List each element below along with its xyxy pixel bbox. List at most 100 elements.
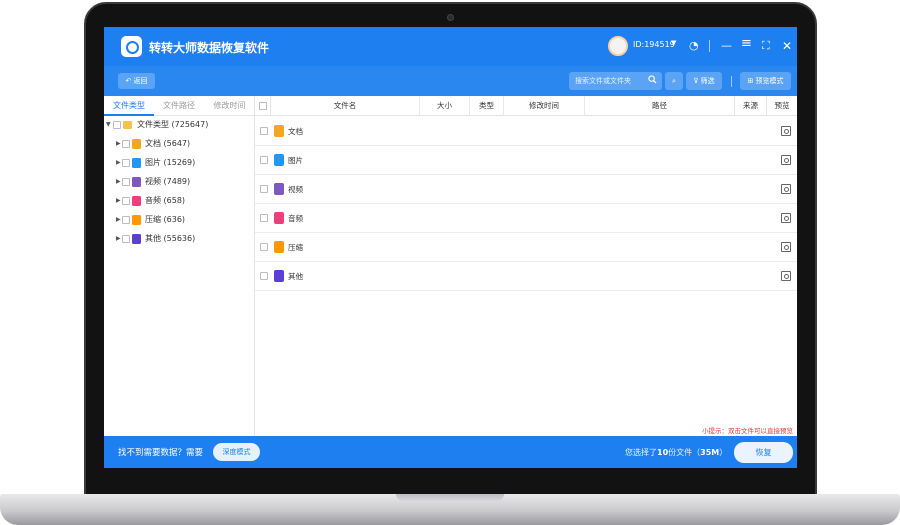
selection-size: 35M (700, 448, 720, 457)
app-logo-icon (121, 36, 142, 57)
column-type[interactable]: 类型 (470, 96, 504, 116)
tab-modified-time[interactable]: 修改时间 (204, 96, 255, 116)
table-row[interactable]: 压缩 (255, 233, 797, 262)
other-icon (274, 270, 284, 282)
column-preview[interactable]: 预览 (767, 96, 797, 116)
deep-mode-button[interactable]: 深度模式 (213, 443, 260, 461)
tree-item-label: 图片 (15269) (145, 158, 196, 167)
table-row[interactable]: 其他 (255, 262, 797, 291)
expand-icon[interactable]: ▶ (116, 212, 121, 228)
column-path[interactable]: 路径 (585, 96, 735, 116)
expand-icon[interactable]: ▶ (116, 193, 121, 209)
search-icon[interactable] (648, 75, 657, 84)
expand-icon[interactable]: ▶ (116, 136, 121, 152)
selection-suffix: ） (719, 448, 728, 457)
expand-icon[interactable]: ▶ (116, 155, 121, 171)
webcam (447, 14, 454, 21)
laptop-frame: 转转大师数据恢复软件 ID:194519 ▼ ◔ — ≡ ⛶ ✕ ↶ 返回 搜索… (0, 0, 900, 525)
user-avatar[interactable] (608, 36, 628, 56)
image-icon (132, 158, 141, 168)
minimize-icon[interactable]: — (721, 38, 732, 54)
preview-icon[interactable] (781, 184, 791, 194)
document-icon (274, 125, 284, 137)
toolbar-divider (731, 76, 732, 87)
preview-icon[interactable] (781, 271, 791, 281)
preview-icon[interactable] (781, 155, 791, 165)
row-name: 视频 (288, 185, 303, 194)
advanced-search-button[interactable]: ⌕ (665, 72, 683, 90)
select-all-cell (255, 96, 271, 116)
toolbar: ↶ 返回 搜索文件或文件夹 ⌕ ⊽ 筛选 ⊞ 预览模式 (104, 66, 797, 96)
select-all-checkbox[interactable] (259, 102, 267, 110)
headset-icon[interactable]: ◔ (689, 38, 699, 54)
tree-item-audio[interactable]: ▶ 音频 (658) (104, 193, 255, 209)
table-row[interactable]: 文档 (255, 117, 797, 146)
row-checkbox[interactable] (260, 214, 268, 222)
video-icon (132, 177, 141, 187)
tree-item-checkbox[interactable] (122, 235, 130, 243)
tab-file-type[interactable]: 文件类型 (104, 96, 154, 116)
tree-item-checkbox[interactable] (122, 159, 130, 167)
back-button-label: 返回 (133, 77, 148, 85)
menu-icon[interactable]: ≡ (741, 36, 752, 52)
tree-item-label: 其他 (55636) (145, 234, 196, 243)
expand-icon[interactable]: ▶ (116, 231, 121, 247)
hint-text: 小提示：双击文件可以直接预览 (702, 427, 793, 435)
row-checkbox[interactable] (260, 185, 268, 193)
row-name: 音频 (288, 214, 303, 223)
table-row[interactable]: 视频 (255, 175, 797, 204)
preview-icon[interactable] (781, 242, 791, 252)
row-checkbox[interactable] (260, 243, 268, 251)
tree-item-checkbox[interactable] (122, 140, 130, 148)
archive-icon (274, 241, 284, 253)
filter-label: 筛选 (700, 77, 715, 85)
recover-button[interactable]: 恢复 (734, 442, 793, 463)
preview-mode-button[interactable]: ⊞ 预览模式 (740, 72, 791, 90)
tree-item-other[interactable]: ▶ 其他 (55636) (104, 231, 255, 247)
left-panel: 文件类型 文件路径 修改时间 ▼ 文件类型 (725647) ▶ 文档 (564… (104, 96, 255, 436)
table-row[interactable]: 图片 (255, 146, 797, 175)
selection-summary: 您选择了10份文件（35M） (625, 447, 727, 458)
tree-item-document[interactable]: ▶ 文档 (5647) (104, 136, 255, 152)
tree-item-checkbox[interactable] (122, 216, 130, 224)
row-name: 压缩 (288, 243, 303, 252)
column-size[interactable]: 大小 (420, 96, 470, 116)
expand-icon[interactable]: ▼ (106, 117, 111, 133)
tree-item-checkbox[interactable] (122, 178, 130, 186)
table-row[interactable]: 音频 (255, 204, 797, 233)
user-id[interactable]: ID:194519 (633, 40, 675, 49)
column-name[interactable]: 文件名 (271, 96, 420, 116)
row-checkbox[interactable] (260, 127, 268, 135)
expand-icon[interactable]: ▶ (116, 174, 121, 190)
tree-item-label: 视频 (7489) (145, 177, 191, 186)
back-button[interactable]: ↶ 返回 (118, 73, 155, 89)
tree-item-video[interactable]: ▶ 视频 (7489) (104, 174, 255, 190)
audio-icon (274, 212, 284, 224)
tree-item-label: 音频 (658) (145, 196, 186, 205)
laptop-base-notch (396, 494, 504, 501)
column-modified[interactable]: 修改时间 (504, 96, 585, 116)
row-checkbox[interactable] (260, 272, 268, 280)
tab-file-path[interactable]: 文件路径 (154, 96, 204, 116)
tree-item-checkbox[interactable] (122, 197, 130, 205)
selection-unit: 份文件（ (668, 448, 701, 457)
maximize-icon[interactable]: ⛶ (762, 38, 770, 54)
app-window: 转转大师数据恢复软件 ID:194519 ▼ ◔ — ≡ ⛶ ✕ ↶ 返回 搜索… (104, 27, 797, 468)
chevron-down-icon[interactable]: ▼ (671, 39, 676, 47)
table-header: 文件名 大小 类型 修改时间 路径 来源 预览 (255, 96, 797, 116)
tree-item-label: 文档 (5647) (145, 139, 191, 148)
document-icon (132, 139, 141, 149)
preview-icon[interactable] (781, 126, 791, 136)
column-source[interactable]: 来源 (735, 96, 767, 116)
row-checkbox[interactable] (260, 156, 268, 164)
tree-root-checkbox[interactable] (113, 121, 121, 129)
tree-item-archive[interactable]: ▶ 压缩 (636) (104, 212, 255, 228)
tree-root[interactable]: ▼ 文件类型 (725647) (104, 117, 255, 133)
close-icon[interactable]: ✕ (782, 38, 792, 54)
filter-button[interactable]: ⊽ 筛选 (686, 72, 722, 90)
preview-icon[interactable] (781, 213, 791, 223)
title-bar: 转转大师数据恢复软件 ID:194519 ▼ ◔ — ≡ ⛶ ✕ (104, 27, 797, 66)
selection-count: 10 (657, 448, 669, 457)
video-icon (274, 183, 284, 195)
tree-item-image[interactable]: ▶ 图片 (15269) (104, 155, 255, 171)
